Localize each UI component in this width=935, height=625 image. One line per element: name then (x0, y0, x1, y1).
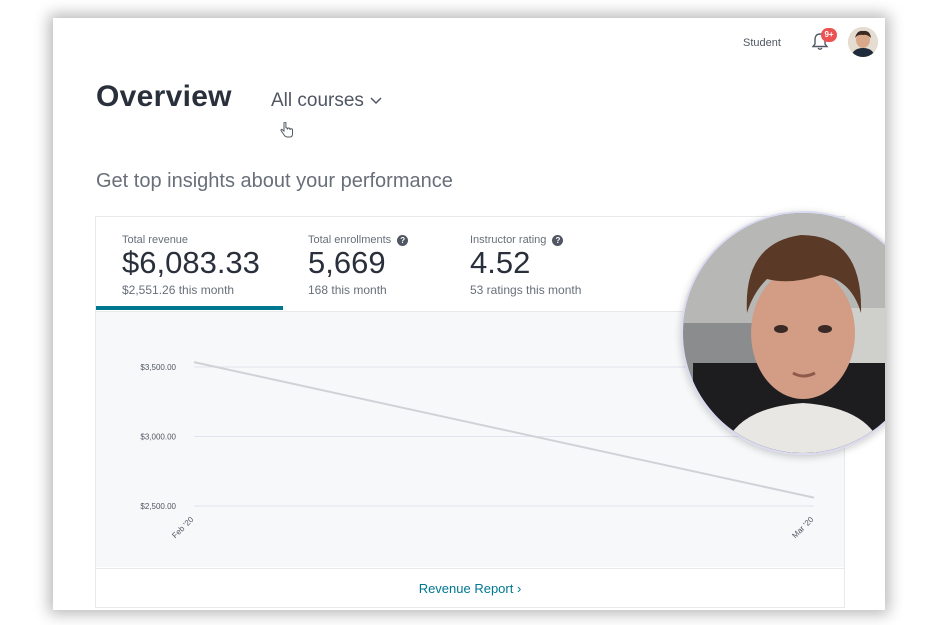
insights-subtitle: Get top insights about your performance (96, 170, 453, 192)
metric-value: 4.52 (470, 245, 531, 280)
hand-cursor-icon (280, 122, 293, 138)
tab-total-revenue[interactable]: Total revenue $6,083.33 $2,551.26 this m… (122, 217, 282, 311)
y-tick-label: $3,000.00 (140, 433, 176, 442)
page-title: Overview (96, 80, 232, 113)
metric-subtext: 168 this month (308, 283, 387, 297)
metric-value: 5,669 (308, 245, 386, 280)
revenue-report-link[interactable]: Revenue Report › (419, 581, 522, 596)
report-footer: Revenue Report › (96, 568, 844, 607)
active-tab-indicator (96, 306, 283, 310)
metric-subtext: $2,551.26 this month (122, 283, 235, 297)
question-circle-icon[interactable]: ? (397, 234, 409, 246)
metric-value: $6,083.33 (122, 245, 260, 280)
student-link[interactable]: Student (743, 37, 781, 49)
course-filter-dropdown[interactable]: All courses (271, 90, 382, 112)
avatar[interactable] (848, 27, 878, 57)
question-circle-icon[interactable]: ? (552, 234, 564, 246)
y-tick-label: $2,500.00 (140, 502, 176, 511)
y-tick-label: $3,500.00 (140, 363, 176, 372)
chevron-down-icon (370, 97, 382, 105)
dashboard-window: Student 9+ Overview All courses Get top … (53, 18, 885, 610)
metric-subtext: 53 ratings this month (470, 283, 582, 297)
course-filter-label: All courses (271, 90, 364, 111)
tab-instructor-rating[interactable]: Instructor rating? 4.52 53 ratings this … (470, 217, 620, 311)
notification-badge: 9+ (821, 28, 837, 42)
x-tick-label: Feb '20 (170, 515, 195, 540)
x-tick-label: Mar '20 (790, 515, 815, 540)
notifications-button[interactable]: 9+ (810, 28, 838, 56)
tab-total-enrollments[interactable]: Total enrollments? 5,669 168 this month (308, 217, 458, 311)
